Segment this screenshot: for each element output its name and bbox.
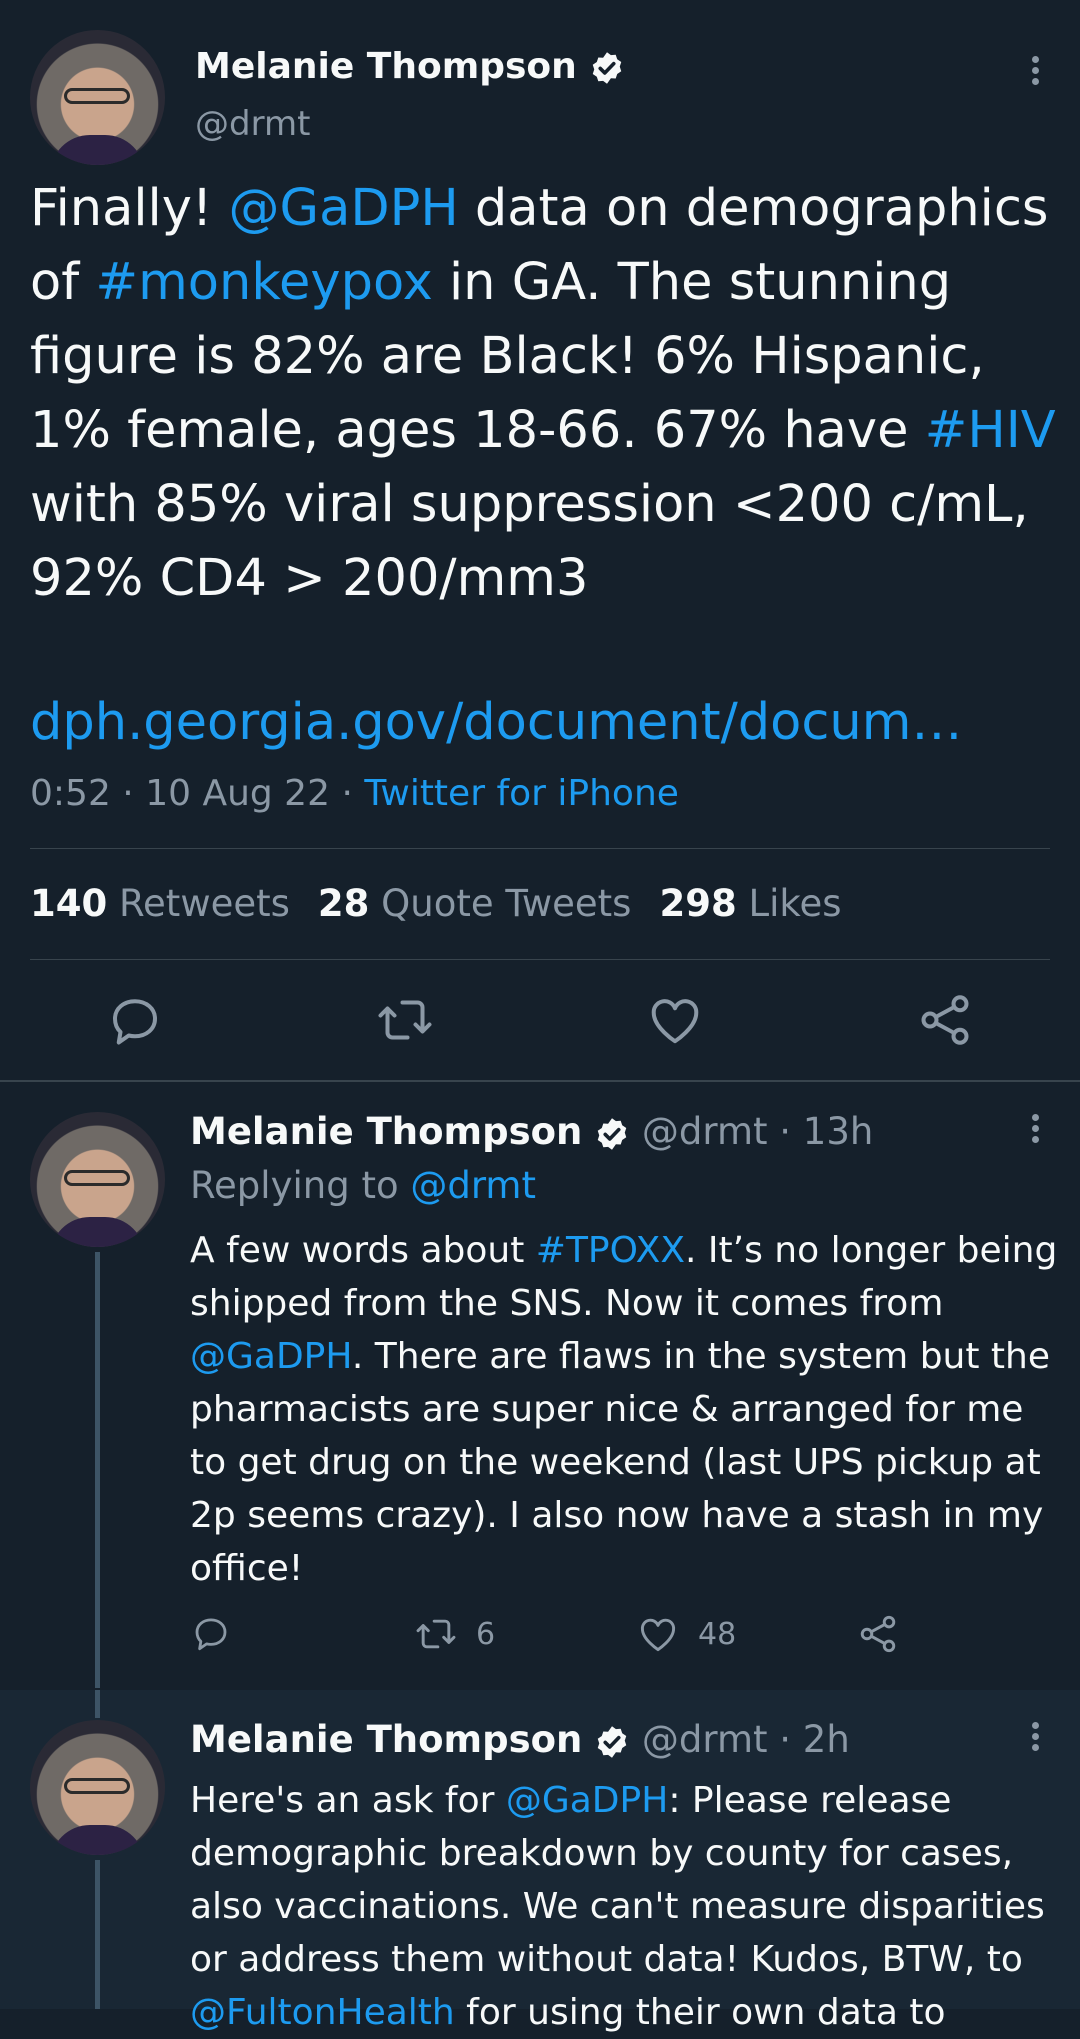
- retweet-button[interactable]: 6: [414, 1612, 495, 1656]
- author-handle[interactable]: @drmt: [195, 104, 310, 144]
- reply-text: A few words about #TPOXX. It’s no longer…: [190, 1224, 1060, 1595]
- main-tweet: Melanie Thompson @drmt Finally! @GaDPH d…: [0, 0, 1080, 1080]
- reply-icon: [195, 1618, 227, 1651]
- tweet-time: 0:52: [30, 773, 111, 814]
- mention-link[interactable]: @GaDPH: [190, 1336, 352, 1377]
- likes-stat[interactable]: 298 Likes: [659, 882, 841, 925]
- reply-text: Here's an ask for @GaDPH: Please release…: [190, 1774, 1060, 2039]
- verified-badge-icon: [597, 1117, 627, 1150]
- meta-separator: ·: [110, 773, 146, 814]
- like-button[interactable]: 48: [636, 1612, 736, 1656]
- thread-line: [95, 1860, 100, 2009]
- author-display-name[interactable]: Melanie Thompson: [190, 1718, 582, 1761]
- divider: [30, 959, 1050, 960]
- author-avatar[interactable]: [30, 1720, 165, 1855]
- likes-count: 298: [659, 882, 737, 925]
- tweet-link[interactable]: dph.georgia.gov/document/docum…: [30, 693, 962, 752]
- share-icon[interactable]: [915, 990, 975, 1050]
- tweet-date: 10 Aug 22: [145, 773, 330, 814]
- retweets-label: Retweets: [119, 882, 290, 925]
- author-display-name[interactable]: Melanie Thompson: [195, 46, 577, 87]
- replying-to-label: Replying to: [190, 1164, 411, 1207]
- author-handle-time[interactable]: @drmt · 13h: [642, 1110, 873, 1153]
- thread-line: [95, 1690, 100, 1718]
- author-name-row[interactable]: Melanie Thompson: [195, 46, 625, 87]
- more-options-icon[interactable]: [1028, 1110, 1042, 1147]
- reply-header: Melanie Thompson @drmt · 13h: [190, 1110, 873, 1153]
- verified-badge-icon: [597, 1725, 627, 1758]
- mention-link[interactable]: @GaDPH: [229, 179, 459, 238]
- retweet-count: 6: [476, 1616, 496, 1652]
- retweets-stat[interactable]: 140 Retweets: [30, 882, 290, 925]
- hashtag-link[interactable]: #monkeypox: [95, 253, 432, 312]
- mention-link[interactable]: @FultonHealth: [190, 1992, 455, 2033]
- tweet-meta: 0:52 · 10 Aug 22 · Twitter for iPhone: [30, 773, 679, 814]
- verified-badge-icon: [593, 52, 622, 84]
- reply-header: Melanie Thompson @drmt · 2h: [190, 1718, 850, 1761]
- replying-to-handle[interactable]: @drmt: [410, 1164, 536, 1207]
- quotes-count: 28: [317, 882, 370, 925]
- retweets-count: 140: [30, 882, 108, 925]
- meta-separator: ·: [330, 773, 365, 814]
- share-icon: [860, 1615, 896, 1653]
- like-icon[interactable]: [645, 990, 705, 1050]
- hashtag-link[interactable]: #HIV: [925, 401, 1056, 460]
- tweet-text: Finally! @GaDPH data on demographics of …: [30, 172, 1060, 616]
- tweet-actions: [0, 990, 1080, 1050]
- author-handle-time[interactable]: @drmt · 2h: [642, 1718, 850, 1761]
- more-options-icon[interactable]: [1028, 1718, 1042, 1755]
- author-avatar[interactable]: [30, 30, 165, 165]
- quotes-label: Quote Tweets: [381, 882, 632, 925]
- thread-line: [95, 1252, 100, 1688]
- tweet-source[interactable]: Twitter for iPhone: [364, 773, 679, 814]
- more-options-icon[interactable]: [1028, 52, 1042, 89]
- like-icon: [640, 1618, 676, 1652]
- retweet-icon[interactable]: [375, 990, 435, 1050]
- text-segment: A few words about: [190, 1230, 536, 1271]
- hashtag-link[interactable]: #TPOXX: [536, 1230, 685, 1271]
- reply-button[interactable]: [190, 1612, 232, 1654]
- replying-to: Replying to @drmt: [190, 1164, 536, 1207]
- text-segment: Finally!: [30, 179, 229, 238]
- reply-tweet[interactable]: Melanie Thompson @drmt · 2h Here's an as…: [0, 1690, 1080, 2033]
- retweet-icon: [416, 1619, 456, 1649]
- share-button[interactable]: [856, 1612, 900, 1656]
- likes-label: Likes: [748, 882, 842, 925]
- tweet-stats: 140 Retweets 28 Quote Tweets 298 Likes: [30, 882, 842, 925]
- like-count: 48: [698, 1616, 737, 1652]
- reply-icon[interactable]: [105, 990, 165, 1050]
- quote-tweets-stat[interactable]: 28 Quote Tweets: [318, 882, 632, 925]
- divider: [30, 848, 1050, 849]
- author-avatar[interactable]: [30, 1112, 165, 1247]
- text-segment: Here's an ask for: [190, 1780, 506, 1821]
- mention-link[interactable]: @GaDPH: [506, 1780, 668, 1821]
- reply-tweet[interactable]: Melanie Thompson @drmt · 13h Replying to…: [0, 1082, 1080, 1688]
- author-display-name[interactable]: Melanie Thompson: [190, 1110, 582, 1153]
- text-segment: for using their own data to: [454, 1992, 946, 2033]
